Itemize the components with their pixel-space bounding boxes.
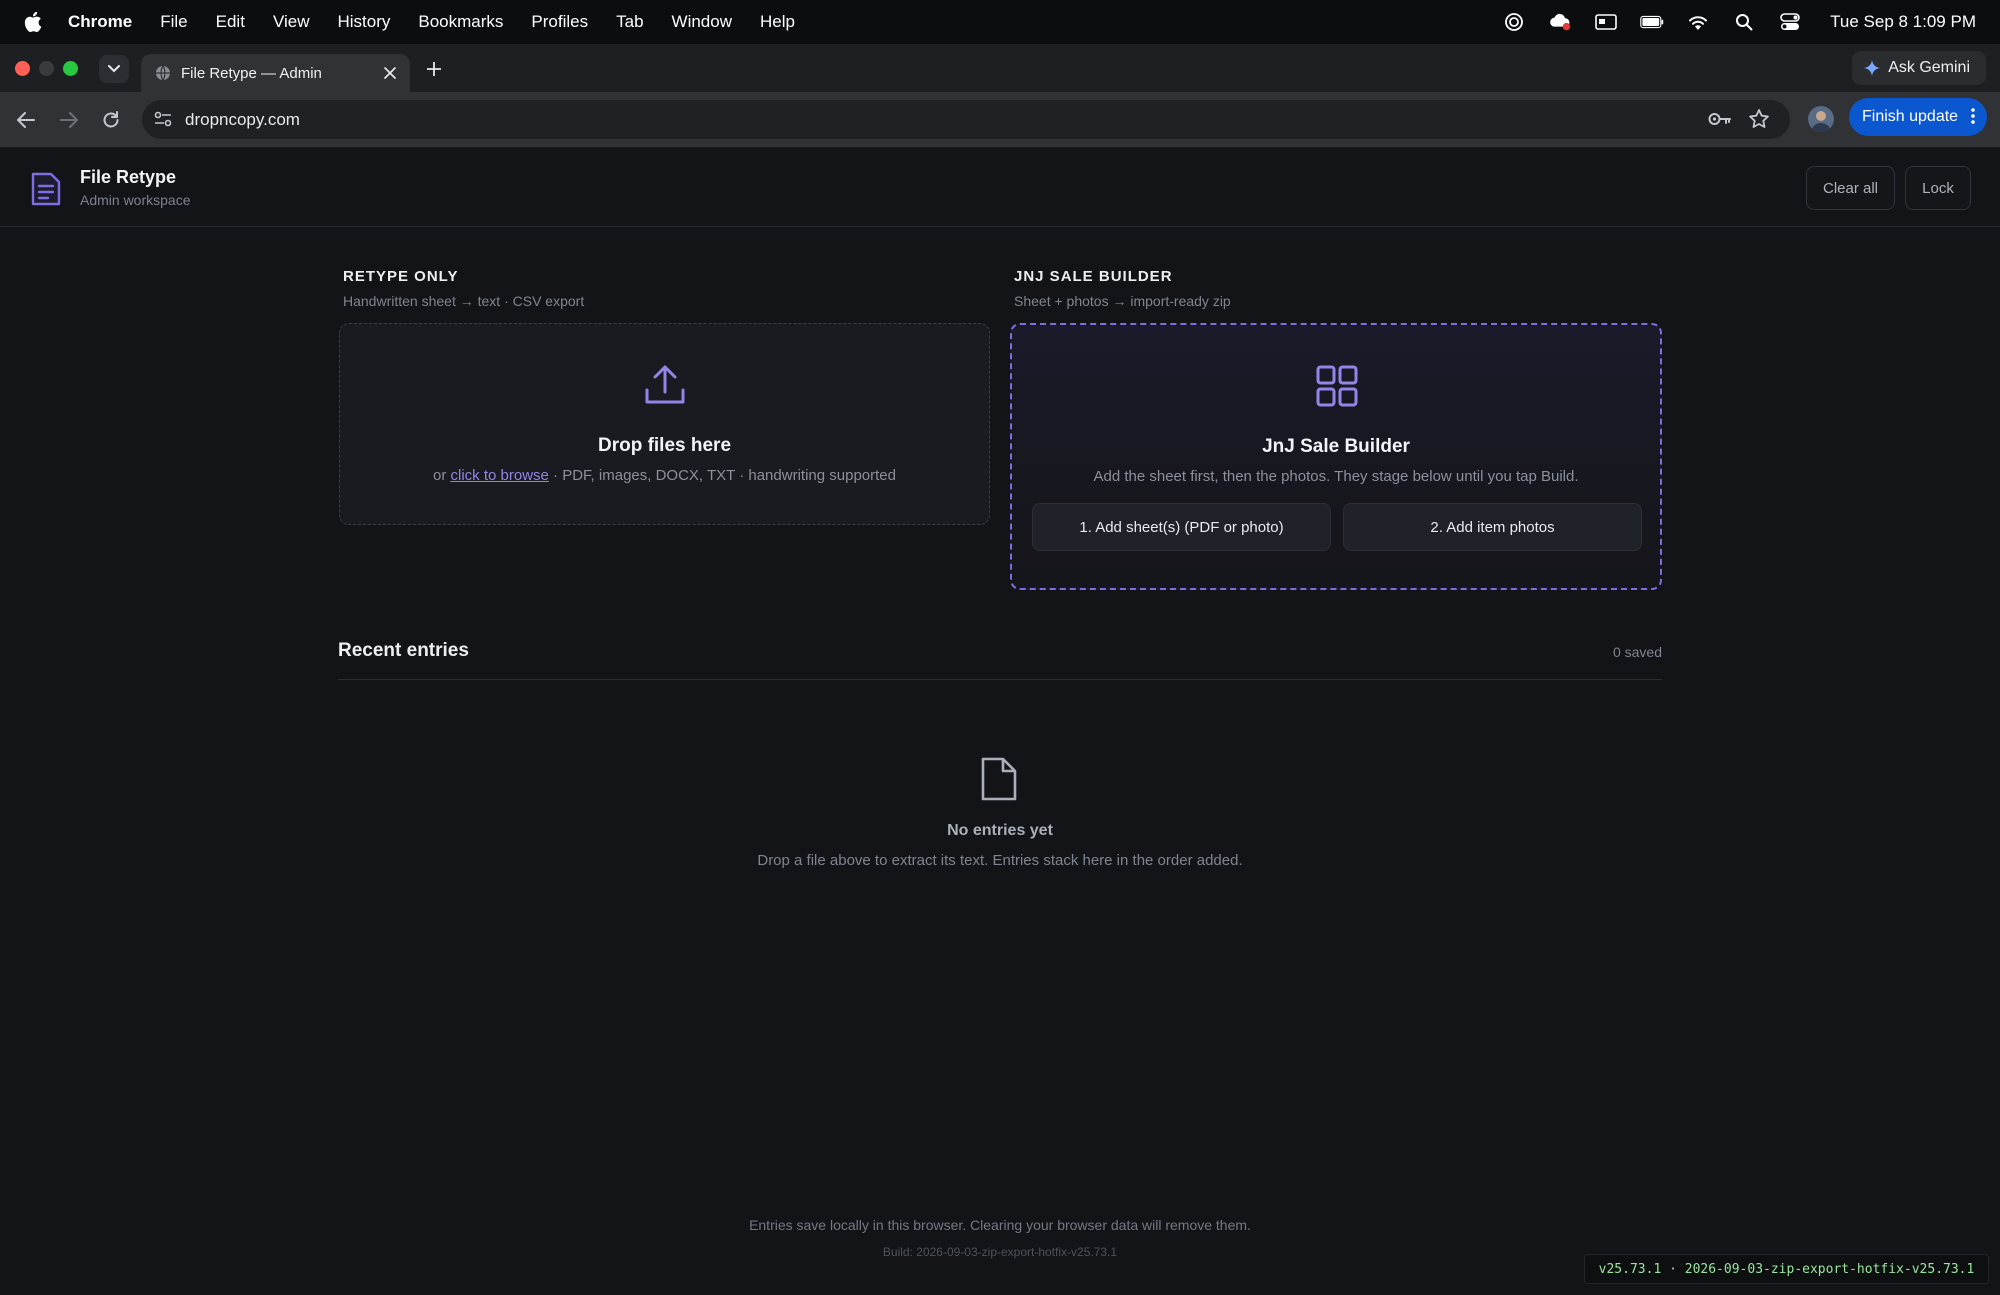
menu-help[interactable]: Help [760,12,795,32]
menu-file[interactable]: File [160,12,187,32]
spotlight-search-icon[interactable] [1732,11,1756,33]
app-subtitle: Admin workspace [80,192,191,208]
window-minimize-button[interactable] [39,61,54,76]
menu-bookmarks[interactable]: Bookmarks [418,12,503,32]
finish-update-button[interactable]: Finish update [1849,98,1987,136]
forward-icon[interactable] [57,108,81,132]
empty-state-title: No entries yet [947,822,1053,839]
retype-dropzone[interactable]: Drop files here or click to browse · PDF… [339,323,990,525]
saved-count: 0 saved [1612,644,1662,660]
tab-title: File Retype — Admin [181,64,322,82]
close-tab-icon[interactable] [380,63,400,83]
bookmark-star-icon[interactable] [1748,108,1770,135]
storage-note: Entries save locally in this browser. Cl… [749,1217,1251,1233]
dropzone-hint: or click to browse · PDF, images, DOCX, … [340,467,989,484]
window-close-button[interactable] [15,61,30,76]
menu-tab[interactable]: Tab [616,12,643,32]
clear-all-button[interactable]: Clear all [1806,166,1895,210]
recent-entries-title: Recent entries [338,640,469,661]
add-item-photos-button[interactable]: 2. Add item photos [1343,503,1642,551]
finish-update-label: Finish update [1862,108,1959,125]
grid-icon [1316,365,1358,407]
menu-history[interactable]: History [337,12,390,32]
window-zoom-button[interactable] [63,61,78,76]
globe-icon [156,65,170,81]
password-key-icon[interactable] [1708,109,1732,134]
battery-icon[interactable] [1640,11,1664,33]
gemini-sparkle-icon [1864,60,1881,76]
app-title: File Retype [80,167,177,187]
menu-clock[interactable]: Tue Sep 8 1:09 PM [1830,12,1976,32]
menu-profiles[interactable]: Profiles [531,12,588,32]
more-vert-icon[interactable] [1971,108,1975,129]
lock-button[interactable]: Lock [1905,166,1971,210]
dropzone-hint-prefix: or [433,467,451,484]
ai-assistant-icon[interactable] [1502,11,1526,33]
reload-icon[interactable] [99,108,123,132]
profile-avatar[interactable] [1808,106,1834,132]
browse-link[interactable]: click to browse [451,467,549,484]
retype-heading: RETYPE ONLY [343,268,459,285]
control-center-icon[interactable] [1778,11,1802,33]
document-logo-icon [31,172,61,206]
dropzone-hint-formats: · PDF, images, DOCX, TXT · handwriting s… [548,467,896,484]
site-info-icon[interactable] [152,108,174,130]
new-tab-icon[interactable] [423,58,445,80]
upload-icon [645,365,685,404]
builder-title: JnJ Sale Builder [1262,436,1410,457]
builder-subheading: Sheet + photos → import-ready zip [1014,293,1231,309]
version-badge: v25.73.1 · 2026-09-03-zip-export-hotfix-… [1584,1254,1989,1284]
app-header: File Retype Admin workspace Clear all Lo… [0,149,2000,227]
sale-builder-dropzone[interactable]: JnJ Sale Builder Add the sheet first, th… [1010,323,1662,590]
ask-gemini-label: Ask Gemini [1888,59,1970,76]
empty-state-subtitle: Drop a file above to extract its text. E… [757,852,1243,869]
dropzone-title: Drop files here [597,435,732,456]
wifi-icon[interactable] [1686,11,1710,33]
add-sheets-button[interactable]: 1. Add sheet(s) (PDF or photo) [1032,503,1331,551]
apple-icon[interactable] [24,12,42,32]
address-bar[interactable]: dropncopy.com [142,100,1790,139]
menu-view[interactable]: View [273,12,310,32]
file-icon [981,757,1017,801]
tab-strip: File Retype — Admin Ask Gemini [0,44,2000,92]
menu-window[interactable]: Window [672,12,732,32]
ask-gemini-button[interactable]: Ask Gemini [1852,51,1986,85]
tab-file-retype[interactable]: File Retype — Admin [141,54,410,92]
tab-search-button[interactable] [99,55,129,83]
retype-subheading: Handwritten sheet → text · CSV export [343,293,585,309]
divider [338,679,1662,680]
back-icon[interactable] [14,108,38,132]
browser-toolbar: dropncopy.com Finish update [0,92,2000,148]
builder-heading: JNJ SALE BUILDER [1014,268,1173,285]
cloud-sync-icon[interactable] [1548,11,1572,33]
menu-app-name[interactable]: Chrome [68,12,132,32]
builder-description: Add the sheet first, then the photos. Th… [1093,468,1579,485]
url-text: dropncopy.com [185,110,300,129]
menu-edit[interactable]: Edit [216,12,245,32]
card-icon[interactable] [1594,11,1618,33]
macos-menu-bar: Chrome File Edit View History Bookmarks … [0,0,2000,44]
menu-extras: Tue Sep 8 1:09 PM [1502,0,1976,44]
chevron-down-icon [108,65,120,73]
